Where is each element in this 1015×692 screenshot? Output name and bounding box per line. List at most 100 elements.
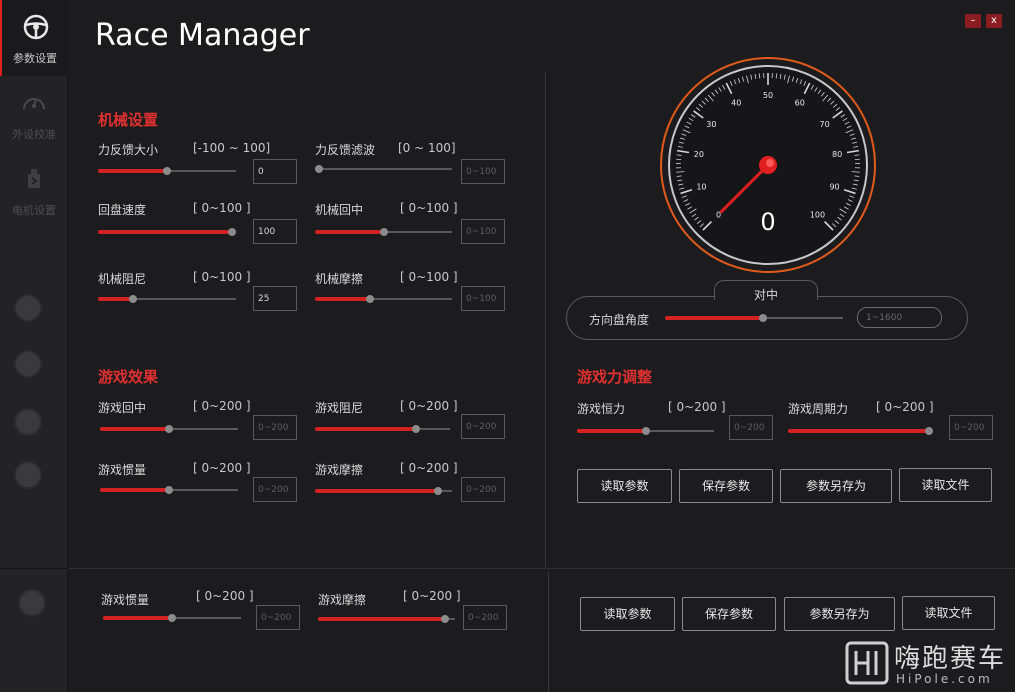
game-friction-slider[interactable]: [315, 486, 452, 496]
param-label: 机械回中: [315, 203, 364, 217]
slider-knob[interactable]: [434, 487, 443, 495]
watermark: 嗨跑赛车 HiPole.com: [840, 638, 1015, 692]
bottom-save-as-button[interactable]: 参数另存为: [784, 597, 895, 631]
save-params-button[interactable]: 保存参数: [679, 469, 773, 503]
force-filter-slider[interactable]: [315, 164, 452, 174]
mechanical-damping-input[interactable]: [253, 286, 297, 311]
sidebar-item-label: 参数设置: [13, 52, 57, 65]
param-range: [ 0~200 ]: [876, 400, 934, 414]
slider-knob[interactable]: [925, 427, 933, 435]
watermark-text-cn: 嗨跑赛车: [894, 644, 1007, 674]
param-range: [ 0~100 ]: [193, 270, 251, 284]
return-speed-slider[interactable]: [98, 227, 236, 237]
slider-knob[interactable]: [228, 228, 236, 236]
section-title-mechanical: 机械设置: [98, 111, 159, 129]
slider-knob[interactable]: [165, 486, 173, 494]
mechanical-friction-input[interactable]: [461, 286, 505, 311]
steering-angle-input[interactable]: [857, 307, 942, 328]
bottom-game-friction-input[interactable]: [463, 605, 507, 630]
sidebar-divider: [0, 568, 68, 569]
force-feedback-input[interactable]: [253, 159, 297, 184]
gauge-tick-label: 30: [706, 120, 716, 129]
steering-wheel-icon: [23, 14, 49, 40]
gauge-icon: [23, 98, 45, 110]
sidebar-item-calibration[interactable]: 外设校准: [0, 76, 68, 152]
param-label: 力反馈大小: [98, 143, 159, 157]
param-label: 游戏摩擦: [315, 463, 364, 477]
force-filter-input[interactable]: [461, 159, 505, 184]
sidebar-item-motor[interactable]: 电机设置: [0, 152, 68, 228]
sidebar: 参数设置 外设校准 电机设置: [0, 0, 68, 692]
sidebar-item-label: 电机设置: [12, 204, 56, 217]
speed-readout: 0: [760, 208, 775, 236]
section-title-game-effects: 游戏效果: [98, 368, 159, 386]
force-feedback-slider[interactable]: [98, 166, 236, 176]
game-periodic-force-slider[interactable]: [788, 426, 933, 436]
game-inertia-input[interactable]: [253, 477, 297, 502]
slider-knob[interactable]: [365, 295, 374, 303]
read-file-button[interactable]: 读取文件: [899, 468, 992, 502]
bottom-game-inertia-input[interactable]: [256, 605, 300, 630]
slider-knob[interactable]: [315, 165, 324, 173]
bottom-save-params-button[interactable]: 保存参数: [682, 597, 776, 631]
bottom-read-params-button[interactable]: 读取参数: [580, 597, 675, 631]
slider-knob[interactable]: [128, 295, 137, 303]
bottom-game-inertia-slider[interactable]: [103, 613, 241, 623]
return-speed-input[interactable]: [253, 219, 297, 244]
game-friction-input[interactable]: [461, 477, 505, 502]
game-constant-force-input[interactable]: [729, 415, 773, 440]
motor-icon: [28, 169, 40, 188]
close-button[interactable]: x: [986, 14, 1002, 28]
game-damping-input[interactable]: [461, 414, 505, 439]
param-range: [0 ~ 100]: [398, 141, 456, 155]
slider-knob[interactable]: [163, 167, 171, 175]
sidebar-item-label: 外设校准: [12, 128, 56, 141]
game-center-input[interactable]: [253, 415, 297, 440]
mechanical-center-input[interactable]: [461, 219, 505, 244]
game-center-slider[interactable]: [100, 424, 238, 434]
sidebar-placeholder-icon[interactable]: [14, 350, 42, 378]
param-label: 游戏惯量: [101, 593, 150, 607]
game-inertia-slider[interactable]: [100, 485, 238, 495]
column-divider: [548, 572, 549, 692]
param-range: [ 0~100 ]: [400, 270, 458, 284]
minimize-button[interactable]: –: [965, 14, 981, 28]
game-constant-force-slider[interactable]: [577, 426, 714, 436]
slider-knob[interactable]: [758, 314, 767, 322]
param-range: [ 0~200 ]: [403, 589, 461, 603]
sidebar-placeholder-icon[interactable]: [14, 408, 42, 436]
mechanical-damping-slider[interactable]: [98, 294, 236, 304]
param-label: 力反馈滤波: [315, 143, 376, 157]
param-range: [ 0~100 ]: [400, 201, 458, 215]
bottom-game-friction-slider[interactable]: [318, 614, 455, 624]
mechanical-friction-slider[interactable]: [315, 294, 452, 304]
steering-angle-label: 方向盘角度: [589, 313, 650, 327]
sidebar-item-params[interactable]: 参数设置: [0, 0, 68, 76]
sidebar-placeholder-icon[interactable]: [14, 294, 42, 322]
center-button-label[interactable]: 对中: [714, 286, 818, 303]
game-damping-slider[interactable]: [315, 424, 450, 434]
read-params-button[interactable]: 读取参数: [577, 469, 672, 503]
slider-knob[interactable]: [412, 425, 421, 433]
save-as-button[interactable]: 参数另存为: [780, 469, 892, 503]
slider-knob[interactable]: [641, 427, 650, 435]
gauge-tick-label: 100: [810, 210, 825, 219]
sidebar-placeholder-icon[interactable]: [18, 589, 46, 617]
param-range: [ 0~200 ]: [400, 461, 458, 475]
param-range: [ 0~200 ]: [400, 399, 458, 413]
slider-knob[interactable]: [379, 228, 388, 236]
bottom-read-file-button[interactable]: 读取文件: [902, 596, 995, 630]
slider-knob[interactable]: [165, 425, 173, 433]
gauge-tick-label: 50: [763, 91, 773, 100]
watermark-text-en: HiPole.com: [896, 672, 993, 686]
bottom-divider: [68, 568, 1015, 569]
sidebar-placeholder-icon[interactable]: [14, 461, 42, 489]
game-periodic-force-input[interactable]: [949, 415, 993, 440]
mechanical-center-slider[interactable]: [315, 227, 452, 237]
gauge-minor-tick: [676, 154, 682, 156]
steering-angle-slider[interactable]: [665, 313, 843, 323]
slider-knob[interactable]: [168, 614, 176, 622]
slider-knob[interactable]: [441, 615, 450, 623]
param-label: 机械阻尼: [98, 272, 147, 286]
param-range: [ 0~200 ]: [668, 400, 726, 414]
